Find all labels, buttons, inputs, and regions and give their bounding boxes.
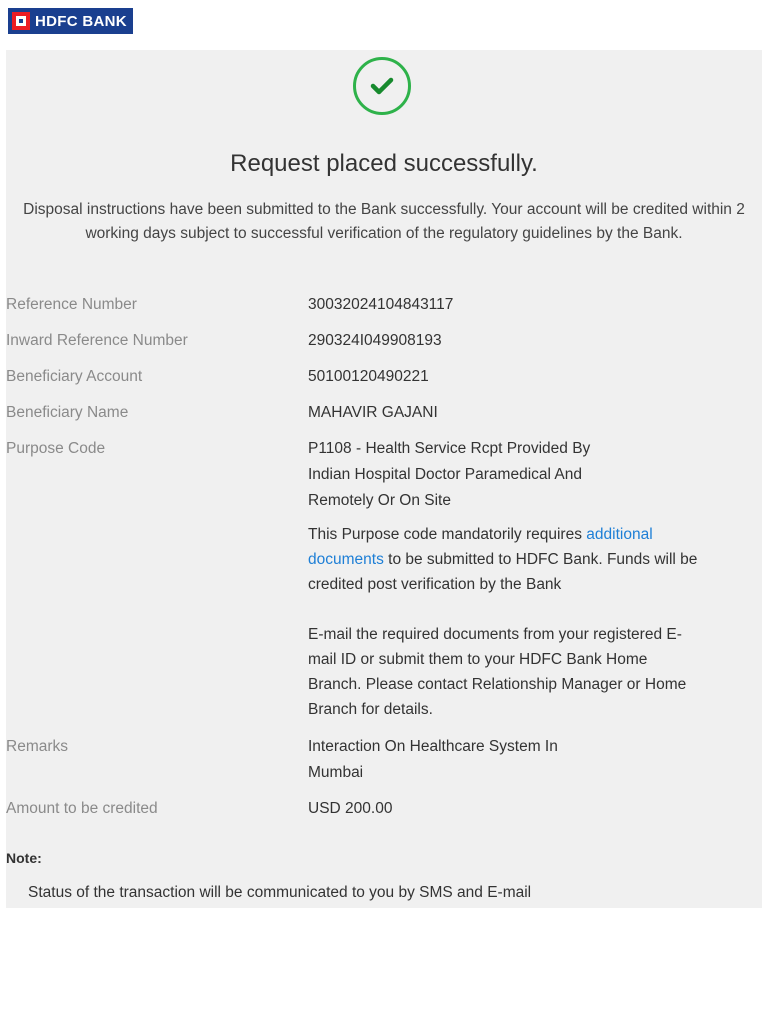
remarks-value: Interaction On Healthcare System In Mumb… xyxy=(308,738,558,781)
hdfc-bank-logo: HDFC BANK xyxy=(8,8,133,34)
reference-number-value: 30032024104843117 xyxy=(308,296,454,313)
note-heading: Note: xyxy=(6,850,42,866)
beneficiary-account-label: Beneficiary Account xyxy=(6,368,143,385)
amount-value: USD 200.00 xyxy=(308,800,393,817)
remarks-label: Remarks xyxy=(6,738,69,755)
beneficiary-name-label: Beneficiary Name xyxy=(6,404,129,421)
reference-number-label: Reference Number xyxy=(6,296,137,313)
success-title: Request placed successfully. xyxy=(230,150,538,177)
beneficiary-account-value: 50100120490221 xyxy=(308,368,429,385)
logo-text: HDFC BANK xyxy=(35,12,127,30)
note-text: Status of the transaction will be commun… xyxy=(28,884,532,901)
purpose-code-label: Purpose Code xyxy=(6,440,106,457)
hdfc-logo-icon xyxy=(12,12,30,30)
inward-reference-label: Inward Reference Number xyxy=(6,332,188,349)
email-info-text: E-mail the required documents from your … xyxy=(308,626,687,718)
inward-reference-value: 290324I049908193 xyxy=(308,332,442,349)
amount-label: Amount to be credited xyxy=(6,800,158,817)
beneficiary-name-value: MAHAVIR GAJANI xyxy=(308,404,438,421)
purpose-code-value: P1108 - Health Service Rcpt Provided By … xyxy=(308,440,591,509)
success-check-icon xyxy=(353,57,411,115)
success-description: Disposal instructions have been submitte… xyxy=(23,201,745,242)
purpose-info-text: This Purpose code mandatorily requires a… xyxy=(308,526,698,593)
confirmation-panel: Request placed successfully. Disposal in… xyxy=(6,50,762,908)
